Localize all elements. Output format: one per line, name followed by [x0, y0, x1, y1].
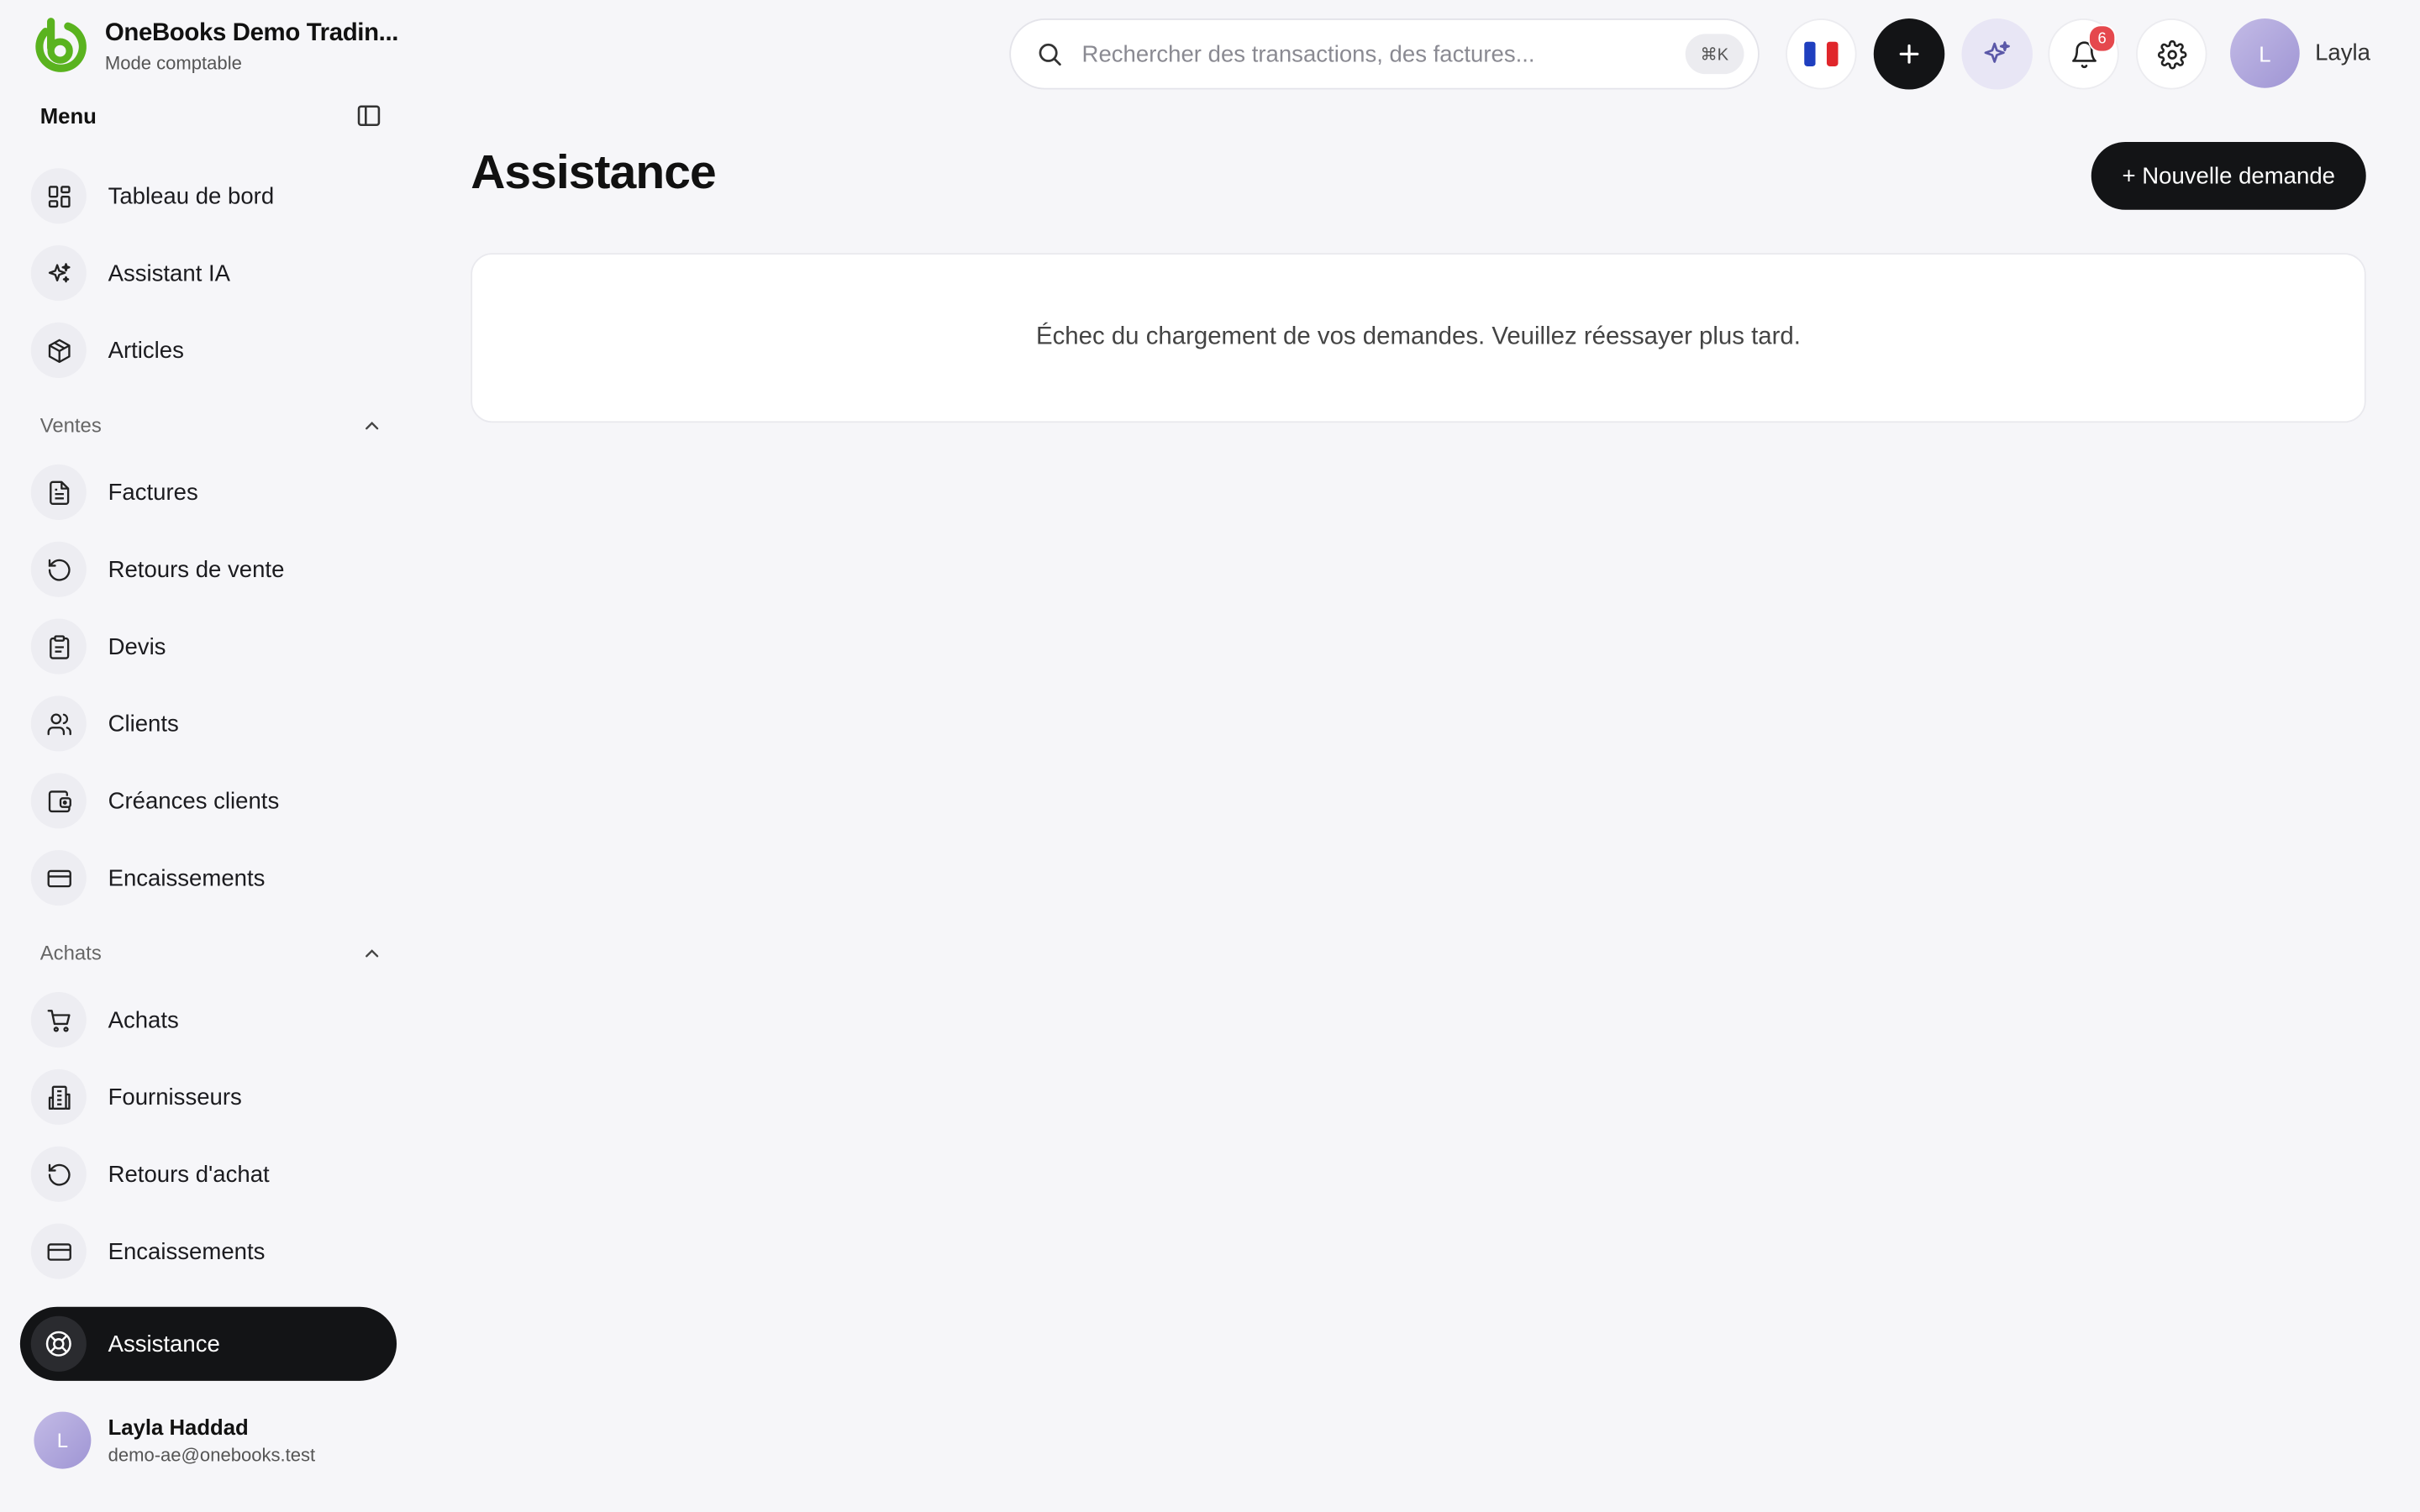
requests-card: Échec du chargement de vos demandes. Veu…: [471, 253, 2366, 423]
new-request-button[interactable]: + Nouvelle demande: [2091, 141, 2366, 210]
company-name: OneBooks Demo Tradin...: [104, 18, 399, 46]
sidebar-item-label: Encaissements: [108, 864, 266, 891]
plus-icon: [1899, 44, 1919, 64]
onebooks-logo-icon: [35, 18, 87, 72]
sidebar-item-purchase-returns[interactable]: Retours d'achat: [30, 1145, 395, 1204]
brand[interactable]: OneBooks Demo Tradin... Mode comptable: [31, 17, 398, 76]
sparkles-icon: [30, 245, 87, 302]
sidebar: OneBooks Demo Tradin... Mode comptable M…: [0, 0, 417, 1512]
sidebar-item-articles[interactable]: Articles: [30, 321, 395, 380]
rotate-ccw-icon: [30, 541, 87, 597]
rotate-ccw-icon: [30, 1146, 87, 1202]
sidebar-item-label: Assistant IA: [108, 260, 231, 286]
france-flag-icon: [1804, 41, 1839, 66]
notifications-button[interactable]: 6: [2048, 18, 2119, 90]
section-sales-label: Ventes: [39, 413, 102, 437]
wallet-icon: [30, 773, 87, 829]
sidebar-item-label: Devis: [108, 633, 166, 660]
search-bar: ⌘K: [1009, 18, 1760, 90]
search-icon: [1035, 39, 1066, 70]
sidebar-item-label: Articles: [108, 337, 184, 364]
search-input[interactable]: [1078, 39, 1656, 69]
user-menu[interactable]: L Layla: [2230, 18, 2370, 88]
notification-count-badge: 6: [2088, 24, 2117, 53]
sidebar-item-clients[interactable]: Clients: [30, 695, 395, 753]
quick-add-button[interactable]: [1873, 18, 1945, 90]
sidebar-item-suppliers[interactable]: Fournisseurs: [30, 1068, 395, 1126]
sidebar-item-invoices[interactable]: Factures: [30, 463, 395, 522]
profile-name: Layla Haddad: [108, 1415, 249, 1440]
building-icon: [30, 1068, 87, 1125]
sidebar-item-label: Factures: [108, 479, 198, 506]
section-purchases-toggle[interactable]: Achats: [40, 941, 383, 964]
sidebar-item-receipts[interactable]: Encaissements: [30, 848, 395, 907]
language-switcher-button[interactable]: [1786, 18, 1857, 90]
sidebar-item-sales-returns[interactable]: Retours de vente: [30, 540, 395, 599]
sidebar-collapse-button[interactable]: [355, 102, 382, 129]
section-purchases-label: Achats: [39, 941, 102, 964]
settings-button[interactable]: [2136, 18, 2207, 90]
chevron-up-icon: [366, 421, 379, 429]
menu-title: Menu: [39, 103, 97, 129]
clipboard-icon: [30, 618, 87, 675]
sidebar-item-label: Assistance: [108, 1331, 220, 1357]
user-profile[interactable]: L Layla Haddad demo-ae@onebooks.test: [34, 1411, 316, 1469]
sidebar-item-label: Fournisseurs: [108, 1084, 242, 1110]
credit-card-icon: [30, 1223, 87, 1279]
sidebar-item-dashboard[interactable]: Tableau de bord: [30, 166, 395, 225]
search-shortcut-badge: ⌘K: [1685, 34, 1744, 75]
package-icon: [30, 322, 87, 378]
credit-card-icon: [30, 850, 87, 906]
users-icon: [30, 696, 87, 752]
sidebar-item-receivables[interactable]: Créances clients: [30, 771, 395, 830]
cart-icon: [30, 992, 87, 1048]
sidebar-item-label: Créances clients: [108, 787, 280, 814]
page-title: Assistance: [471, 144, 716, 199]
avatar: L: [2230, 18, 2300, 88]
user-name: Layla: [2315, 39, 2370, 66]
avatar: L: [34, 1411, 92, 1469]
sparkles-icon: [1984, 41, 2010, 63]
chevron-up-icon: [366, 948, 379, 957]
sidebar-item-purchases[interactable]: Achats: [30, 990, 395, 1049]
sidebar-item-payments[interactable]: Encaissements: [30, 1222, 395, 1281]
sidebar-item-quotes[interactable]: Devis: [30, 617, 395, 676]
layout-dashboard-icon: [30, 168, 87, 224]
accounting-mode-label: Mode comptable: [104, 51, 242, 74]
sidebar-item-ai-assistant[interactable]: Assistant IA: [30, 244, 395, 302]
sidebar-item-label: Tableau de bord: [108, 182, 275, 209]
gear-icon: [2157, 39, 2186, 69]
error-message: Échec du chargement de vos demandes. Veu…: [1035, 323, 1801, 350]
ai-assistant-button[interactable]: [1961, 18, 2033, 90]
life-buoy-icon: [30, 1315, 87, 1372]
profile-email: demo-ae@onebooks.test: [108, 1444, 316, 1466]
panel-left-icon: [357, 105, 381, 127]
sidebar-item-label: Retours de vente: [108, 556, 285, 583]
file-text-icon: [30, 464, 87, 520]
sidebar-item-label: Clients: [108, 710, 179, 738]
sidebar-item-support[interactable]: Assistance: [19, 1306, 397, 1381]
sidebar-item-label: Retours d'achat: [108, 1161, 270, 1188]
section-sales-toggle[interactable]: Ventes: [40, 413, 383, 437]
sidebar-item-label: Encaissements: [108, 1237, 266, 1265]
sidebar-item-label: Achats: [108, 1006, 179, 1033]
